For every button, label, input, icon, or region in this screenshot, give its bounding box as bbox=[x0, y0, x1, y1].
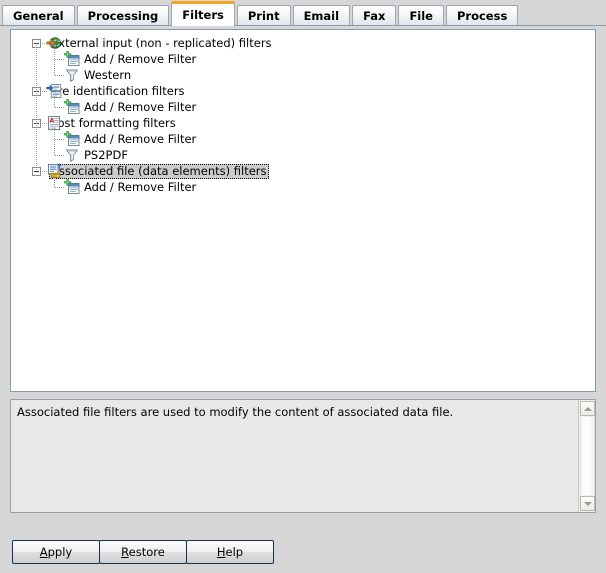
tab-label: General bbox=[13, 9, 64, 23]
help-button-label: Help bbox=[216, 545, 244, 559]
description-text: Associated file filters are used to modi… bbox=[17, 405, 454, 419]
tree-item[interactable]: Add / Remove Filter bbox=[11, 98, 595, 115]
tree-item[interactable]: Associated file (data elements) filters bbox=[11, 163, 595, 179]
funnel-icon bbox=[64, 67, 80, 83]
tree-item-label: PS2PDF bbox=[84, 147, 128, 162]
tree-item-label: Post formatting filters bbox=[51, 115, 176, 130]
tree-connector bbox=[36, 43, 37, 171]
tree-item[interactable]: Add / Remove Filter bbox=[11, 178, 595, 195]
tree-connector bbox=[54, 48, 55, 75]
funnel-icon bbox=[64, 147, 80, 163]
restore-button-label: Restore bbox=[121, 545, 165, 559]
tree-connector bbox=[55, 155, 65, 156]
tab-strip: General Processing Filters Print Email Fax Fil… bbox=[0, 0, 606, 26]
tree-item-label: Add / Remove Filter bbox=[84, 179, 197, 194]
restore-button[interactable]: Restore bbox=[99, 540, 187, 564]
tab-print[interactable]: Print bbox=[236, 5, 291, 26]
tree-connector bbox=[55, 75, 65, 76]
tree-item-label: Add / Remove Filter bbox=[84, 131, 197, 146]
tab-fax[interactable]: Fax bbox=[352, 5, 397, 26]
tree-item-label: Associated file (data elements) filters bbox=[49, 163, 269, 179]
tree-item[interactable]: Add / Remove Filter bbox=[11, 50, 595, 67]
scroll-down-button[interactable] bbox=[580, 496, 595, 511]
tree-connector bbox=[54, 176, 55, 187]
scroll-up-button[interactable] bbox=[580, 401, 595, 416]
tree-connector bbox=[54, 96, 55, 107]
tree-connector bbox=[55, 59, 65, 60]
tree-connector bbox=[42, 123, 47, 124]
tab-processing[interactable]: Processing bbox=[76, 5, 170, 26]
tree-item[interactable]: A Post formatting filters bbox=[11, 115, 595, 131]
add-filter-icon bbox=[63, 130, 80, 147]
filters-page: External input (non - replicated) filter… bbox=[0, 26, 606, 573]
add-filter-icon bbox=[63, 98, 80, 115]
tree-item[interactable]: Western bbox=[11, 67, 595, 83]
svg-text:A: A bbox=[49, 116, 54, 124]
tab-label: Email bbox=[303, 9, 340, 23]
tree-connector bbox=[55, 139, 65, 140]
tree-connector bbox=[42, 91, 47, 92]
tree-connector bbox=[42, 43, 47, 44]
tree-item[interactable]: Add / Remove Filter bbox=[11, 130, 595, 147]
tab-process[interactable]: Process bbox=[445, 5, 519, 26]
tree-connector bbox=[55, 107, 65, 108]
tree-item-label: Pre identification filters bbox=[51, 83, 185, 98]
tab-label: Processing bbox=[87, 9, 159, 23]
description-scrollbar[interactable] bbox=[578, 400, 595, 512]
filters-tree-panel[interactable]: External input (non - replicated) filter… bbox=[10, 29, 596, 392]
chevron-up-icon bbox=[583, 406, 592, 411]
tree-item[interactable]: Pre identification filters bbox=[11, 83, 595, 99]
tab-filters[interactable]: Filters bbox=[171, 1, 235, 26]
description-panel: Associated file filters are used to modi… bbox=[10, 399, 596, 513]
tab-list: General Processing Filters Print Email Fax Fil… bbox=[2, 1, 520, 26]
tree-item[interactable]: External input (non - replicated) filter… bbox=[11, 35, 595, 51]
tree-item-label: Add / Remove Filter bbox=[84, 99, 197, 114]
tab-general[interactable]: General bbox=[2, 5, 75, 26]
tab-label: Print bbox=[247, 9, 280, 23]
tab-label: Filters bbox=[182, 8, 224, 22]
tab-label: Process bbox=[456, 9, 508, 23]
add-filter-icon bbox=[63, 178, 80, 195]
tab-file[interactable]: File bbox=[398, 5, 444, 26]
chevron-down-icon bbox=[583, 501, 592, 506]
apply-button[interactable]: Apply bbox=[12, 540, 100, 564]
scrollbar-track[interactable] bbox=[580, 417, 595, 495]
tree-connector bbox=[42, 171, 47, 172]
apply-button-label: Apply bbox=[39, 545, 73, 559]
tree-item-label: Add / Remove Filter bbox=[84, 51, 197, 66]
tree-item[interactable]: PS2PDF bbox=[11, 147, 595, 163]
tree-connector bbox=[54, 128, 55, 155]
tab-email[interactable]: Email bbox=[292, 5, 351, 26]
tree-item-label: Western bbox=[84, 67, 132, 82]
add-filter-icon bbox=[63, 50, 80, 67]
filters-tree: External input (non - replicated) filter… bbox=[11, 30, 595, 195]
help-button[interactable]: Help bbox=[186, 540, 274, 564]
tab-label: Fax bbox=[363, 9, 386, 23]
button-bar: Apply Restore Help bbox=[0, 535, 606, 573]
tree-item-label: External input (non - replicated) filter… bbox=[51, 35, 272, 50]
tab-label: File bbox=[409, 9, 433, 23]
tree-connector bbox=[55, 187, 65, 188]
